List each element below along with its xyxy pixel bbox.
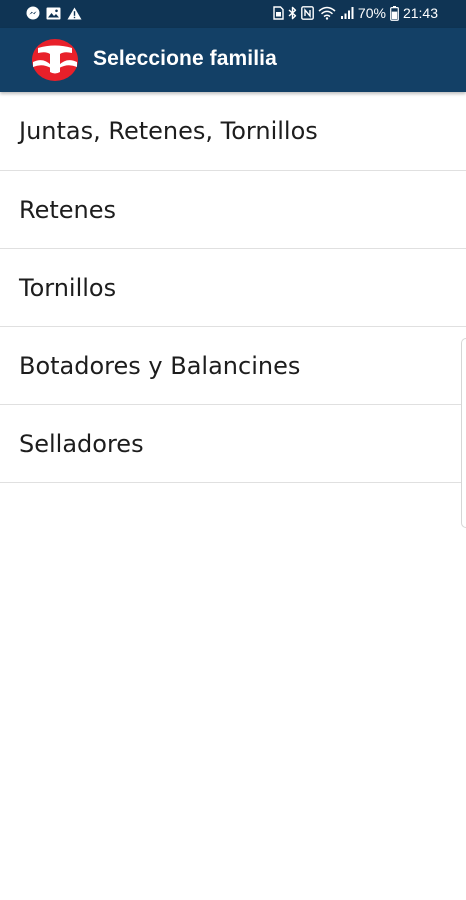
family-item-botadores-balancines[interactable]: Botadores y Balancines [0, 327, 466, 405]
family-item-juntas-retenes-tornillos[interactable]: Juntas, Retenes, Tornillos [0, 92, 466, 171]
family-list: Juntas, Retenes, Tornillos Retenes Torni… [0, 92, 466, 483]
list-item-label: Selladores [19, 429, 144, 458]
warning-icon [67, 7, 82, 20]
clock: 21:43 [402, 5, 438, 21]
status-left-icons [26, 6, 82, 20]
status-right-icons: 70% 21:43 [273, 5, 438, 21]
battery-icon [390, 5, 399, 21]
bluetooth-icon [288, 6, 297, 20]
list-item-label: Retenes [19, 195, 117, 224]
list-item-label: Juntas, Retenes, Tornillos [19, 117, 318, 145]
signal-icon [340, 6, 354, 20]
page-title: Seleccione familia [93, 47, 277, 70]
status-bar: 70% 21:43 [0, 0, 466, 28]
sim-card-icon [273, 6, 284, 20]
list-item-label: Tornillos [19, 273, 117, 302]
battery-percent: 70% [357, 5, 386, 21]
wifi-icon [318, 6, 336, 20]
messenger-icon [26, 6, 40, 20]
nfc-icon [301, 6, 314, 20]
gallery-icon [46, 7, 61, 20]
list-item-label: Botadores y Balancines [19, 351, 301, 380]
family-item-tornillos[interactable]: Tornillos [0, 249, 466, 327]
app-bar: Seleccione familia [0, 28, 466, 92]
family-item-retenes[interactable]: Retenes [0, 171, 466, 249]
family-item-selladores[interactable]: Selladores [0, 405, 466, 483]
brand-logo [31, 38, 79, 82]
edge-panel-handle[interactable] [461, 338, 466, 528]
